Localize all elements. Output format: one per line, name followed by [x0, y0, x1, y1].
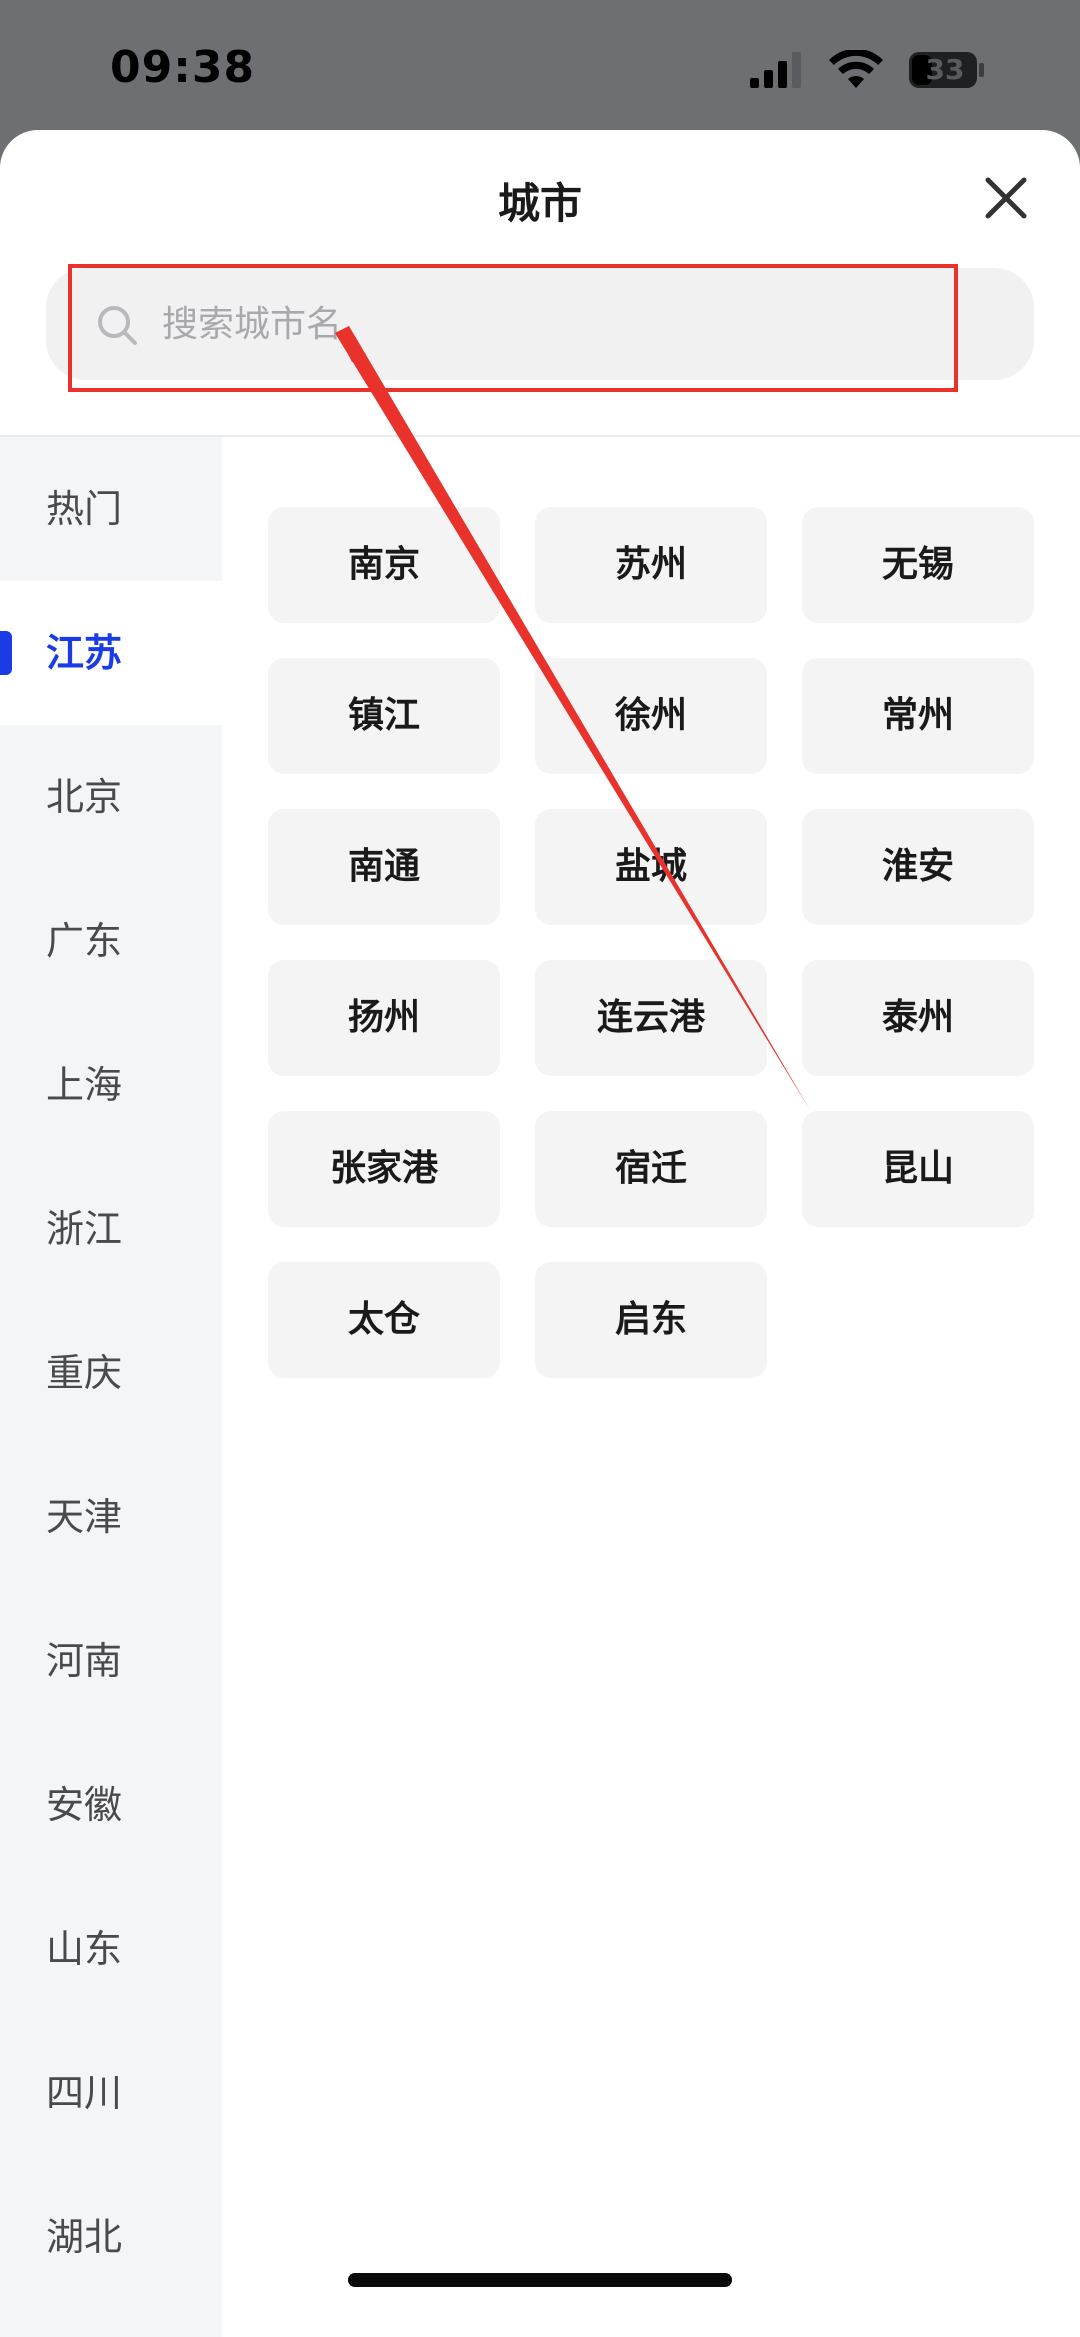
province-list: 热门江苏北京广东上海浙江重庆天津河南安徽山东四川湖北 — [0, 437, 222, 2337]
province-label: 江苏 — [46, 631, 123, 675]
province-label: 重庆 — [46, 1351, 123, 1395]
city-label: 扬州 — [347, 997, 420, 1038]
province-label: 北京 — [46, 775, 123, 819]
province-item[interactable]: 浙江 — [0, 1157, 222, 1301]
wifi-icon — [829, 50, 883, 88]
city-chip[interactable]: 宿迁 — [535, 1111, 767, 1227]
status-bar: 09:38 33 — [0, 0, 1080, 130]
city-label: 南通 — [347, 846, 420, 887]
city-chip[interactable]: 扬州 — [268, 960, 500, 1076]
city-chip[interactable]: 徐州 — [535, 658, 767, 774]
city-label: 镇江 — [347, 695, 420, 736]
city-label: 宿迁 — [614, 1148, 687, 1189]
city-chip[interactable]: 连云港 — [535, 960, 767, 1076]
province-label: 湖北 — [46, 2215, 123, 2259]
city-chip[interactable]: 盐城 — [535, 809, 767, 925]
city-chip[interactable]: 太仓 — [268, 1262, 500, 1378]
status-icons: 33 — [748, 50, 1008, 90]
province-label: 上海 — [46, 1063, 123, 1107]
city-chip[interactable]: 无锡 — [802, 507, 1034, 623]
city-label: 盐城 — [614, 846, 687, 887]
city-label: 张家港 — [329, 1148, 438, 1189]
home-indicator — [348, 2273, 732, 2287]
city-chip[interactable]: 镇江 — [268, 658, 500, 774]
province-item[interactable]: 广东 — [0, 869, 222, 1013]
province-item[interactable]: 上海 — [0, 1013, 222, 1157]
province-label: 河南 — [46, 1639, 123, 1683]
province-item[interactable]: 热门 — [0, 437, 222, 581]
city-label: 连云港 — [596, 997, 705, 1038]
screen: 09:38 33 城市 搜索城市名 热门 江苏 北京 广东 上海 浙江 重庆 天… — [0, 0, 1080, 2337]
province-item[interactable]: 四川 — [0, 2021, 222, 2165]
search-bar[interactable] — [46, 268, 1034, 380]
city-label: 常州 — [881, 695, 954, 736]
province-label: 浙江 — [46, 1207, 123, 1251]
city-label: 淮安 — [881, 846, 954, 887]
city-chip[interactable]: 昆山 — [802, 1111, 1034, 1227]
city-picker-sheet: 城市 热门江苏北京广东上海浙江重庆天津河南安徽山东四川湖北 南京 苏州 无锡镇江 徐州… — [0, 130, 1080, 2337]
province-item[interactable]: 安徽 — [0, 1733, 222, 1877]
city-label: 徐州 — [614, 695, 687, 736]
province-label: 天津 — [46, 1495, 123, 1539]
province-label: 广东 — [46, 919, 123, 963]
search-icon — [98, 306, 137, 345]
city-chip[interactable]: 张家港 — [268, 1111, 500, 1227]
province-item[interactable]: 湖北 — [0, 2165, 222, 2309]
battery-level: 33 — [925, 53, 965, 86]
status-time: 09:38 — [110, 42, 256, 93]
city-chip[interactable]: 淮安 — [802, 809, 1034, 925]
city-label: 太仓 — [347, 1299, 420, 1340]
city-chip[interactable]: 泰州 — [802, 960, 1034, 1076]
province-item[interactable]: 北京 — [0, 725, 222, 869]
city-label: 苏州 — [614, 544, 687, 585]
signal-icon — [750, 52, 801, 88]
city-label: 泰州 — [881, 997, 954, 1038]
city-label: 启东 — [614, 1299, 687, 1340]
city-chip[interactable]: 苏州 — [535, 507, 767, 623]
city-label: 南京 — [347, 544, 420, 585]
province-item[interactable]: 河南 — [0, 1589, 222, 1733]
city-chip[interactable]: 南京 — [268, 507, 500, 623]
province-item[interactable]: 江苏 — [0, 581, 222, 725]
city-label: 无锡 — [881, 544, 954, 585]
province-item[interactable]: 重庆 — [0, 1301, 222, 1445]
sheet-title: 城市 — [497, 179, 582, 228]
city-chip[interactable]: 南通 — [268, 809, 500, 925]
province-label: 热门 — [46, 487, 123, 531]
province-item[interactable]: 山东 — [0, 1877, 222, 2021]
city-label: 昆山 — [881, 1148, 954, 1189]
city-chip[interactable]: 启东 — [535, 1262, 767, 1378]
province-label: 四川 — [46, 2071, 123, 2115]
close-icon[interactable] — [978, 170, 1034, 226]
province-item[interactable]: 天津 — [0, 1445, 222, 1589]
search-input[interactable] — [162, 288, 982, 360]
active-indicator — [0, 631, 12, 675]
province-label: 山东 — [46, 1927, 123, 1971]
city-grid: 南京 苏州 无锡镇江 徐州 常州南通 盐城 淮安扬州 连云港 泰州张家港 宿迁 昆山太仓 启东 — [268, 507, 1038, 1507]
city-chip[interactable]: 常州 — [802, 658, 1034, 774]
province-label: 安徽 — [46, 1783, 123, 1827]
